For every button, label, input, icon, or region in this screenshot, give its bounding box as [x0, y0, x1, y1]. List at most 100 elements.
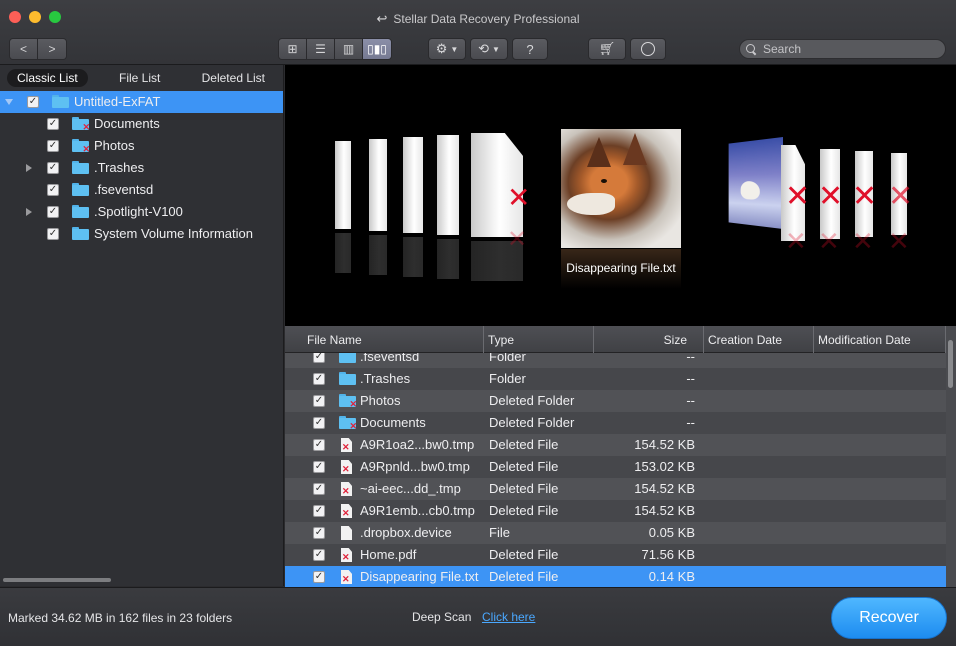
grid-icon: ⊞: [287, 42, 298, 56]
file-thumbnail[interactable]: [403, 137, 423, 233]
selected-file-preview-image[interactable]: [561, 129, 681, 248]
table-row[interactable]: ✓ ✕ Photos Deleted Folder --: [285, 390, 946, 412]
disclosure-triangle-icon[interactable]: [26, 164, 32, 172]
preview-caption: Disappearing File.txt: [566, 261, 676, 275]
deleted-mark-icon: ✕: [507, 181, 531, 214]
tree-item-checkbox[interactable]: ✓: [47, 206, 59, 218]
file-thumbnail[interactable]: [437, 135, 459, 235]
column-header-size[interactable]: Size: [594, 326, 704, 353]
list-icon: ☰: [315, 42, 326, 56]
gear-icon: ⚙: [435, 41, 448, 56]
tree-item-photos[interactable]: ✓ ✕ Photos: [0, 135, 283, 157]
tree-item-documents[interactable]: ✓ ✕ Documents: [0, 113, 283, 135]
window-title: ↩ Stellar Data Recovery Professional: [376, 11, 580, 26]
deleted-mark-icon: ✕: [785, 179, 811, 214]
folder-icon: [339, 372, 356, 385]
deleted-file-icon: ✕: [341, 548, 352, 562]
thumbnail-reflection: [437, 239, 459, 279]
column-header-creation-date[interactable]: Creation Date: [704, 326, 814, 353]
forward-button[interactable]: >: [38, 39, 66, 59]
column-view-button[interactable]: ▥: [335, 39, 363, 59]
tree-item-trashes[interactable]: ✓ .Trashes: [0, 157, 283, 179]
marked-summary: Marked 34.62 MB in 162 files in 23 folde…: [8, 611, 233, 625]
file-table: ✓ .fseventsd Folder -- ✓ .Trashes Folder…: [285, 326, 956, 587]
tree-item-checkbox[interactable]: ✓: [27, 96, 39, 108]
row-checkbox[interactable]: ✓: [313, 483, 325, 495]
deleted-mark-reflection: ✕: [818, 227, 840, 257]
row-checkbox[interactable]: ✓: [313, 439, 325, 451]
search-input[interactable]: [763, 42, 933, 56]
row-checkbox[interactable]: ✓: [313, 527, 325, 539]
table-row[interactable]: ✓ ✕ Home.pdf Deleted File 71.56 KB: [285, 544, 946, 566]
search-box[interactable]: [739, 39, 946, 59]
row-checkbox[interactable]: ✓: [313, 417, 325, 429]
row-checkbox[interactable]: ✓: [313, 505, 325, 517]
tab-deleted-list[interactable]: Deleted List: [192, 69, 275, 87]
table-row[interactable]: ✓ .Trashes Folder --: [285, 368, 946, 390]
deep-scan-link[interactable]: Click here: [482, 610, 535, 624]
back-arrow-icon: ↩: [376, 11, 388, 26]
chevron-down-icon: ▼: [450, 44, 459, 54]
row-checkbox[interactable]: ✓: [313, 549, 325, 561]
tab-file-list[interactable]: File List: [109, 69, 170, 87]
row-checkbox[interactable]: ✓: [313, 461, 325, 473]
tab-classic-list[interactable]: Classic List: [7, 68, 88, 87]
icon-view-button[interactable]: ⊞: [279, 39, 307, 59]
disclosure-triangle-icon[interactable]: [26, 208, 32, 216]
tree-item-fseventsd[interactable]: ✓ .fseventsd: [0, 179, 283, 201]
tree-item-untitled-exfat[interactable]: ✓ Untitled-ExFAT: [0, 91, 283, 113]
column-header-modification-date[interactable]: Modification Date: [814, 326, 946, 353]
file-thumbnail[interactable]: [369, 139, 387, 231]
history-button[interactable]: ⟲ ▼: [470, 38, 508, 60]
back-button[interactable]: <: [10, 39, 38, 59]
deleted-folder-icon: ✕: [72, 117, 90, 132]
tree-item-checkbox[interactable]: ✓: [47, 184, 59, 196]
table-row[interactable]: ✓ ✕ A9R1emb...cb0.tmp Deleted File 154.5…: [285, 500, 946, 522]
folder-tree: ✓ Untitled-ExFAT ✓ ✕ Documents ✓ ✕ Photo…: [0, 91, 283, 245]
status-bar: Marked 34.62 MB in 162 files in 23 folde…: [0, 587, 956, 646]
chevron-down-icon: ▼: [491, 44, 500, 54]
thumbnail-reflection: [369, 235, 387, 275]
table-row[interactable]: ✓ ✕ A9Rpnld...bw0.tmp Deleted File 153.0…: [285, 456, 946, 478]
recover-button[interactable]: Recover: [831, 597, 947, 639]
cart-button[interactable]: 🛒︎: [588, 38, 626, 60]
thumbnail-reflection: [403, 237, 423, 277]
tree-item-system-volume-information[interactable]: ✓ System Volume Information: [0, 223, 283, 245]
table-row[interactable]: ✓ ✕ A9R1oa2...bw0.tmp Deleted File 154.5…: [285, 434, 946, 456]
folder-icon: [72, 227, 89, 240]
sidebar-view-tabs: Classic List File List Deleted List: [0, 65, 284, 90]
sidebar-horizontal-scrollbar[interactable]: [3, 578, 111, 582]
table-row[interactable]: ✓ ✕ Documents Deleted Folder --: [285, 412, 946, 434]
settings-button[interactable]: ⚙ ▼: [428, 38, 466, 60]
table-row[interactable]: ✓ ✕ ~ai-eec...dd_.tmp Deleted File 154.5…: [285, 478, 946, 500]
tree-item-label: Documents: [94, 116, 160, 131]
folder-icon: [72, 205, 89, 218]
coverflow-view-button[interactable]: ▯▮▯: [363, 39, 391, 59]
disclosure-triangle-icon[interactable]: [5, 99, 13, 105]
file-icon: [341, 526, 352, 540]
tree-item-spotlight[interactable]: ✓ .Spotlight-V100: [0, 201, 283, 223]
tree-item-checkbox[interactable]: ✓: [47, 118, 59, 130]
image-thumbnail[interactable]: [728, 137, 783, 229]
table-row[interactable]: ✓ .dropbox.device File 0.05 KB: [285, 522, 946, 544]
row-checkbox[interactable]: ✓: [313, 571, 325, 583]
deleted-mark-icon: ✕: [852, 179, 878, 214]
column-header-file-name[interactable]: File Name: [285, 326, 484, 353]
tree-item-checkbox[interactable]: ✓: [47, 162, 59, 174]
table-vertical-scrollbar[interactable]: [948, 340, 953, 388]
cart-icon: 🛒︎: [598, 41, 616, 56]
folder-icon: [72, 183, 89, 196]
help-button[interactable]: ?: [512, 38, 548, 60]
table-row-selected[interactable]: ✓ ✕ Disappearing File.txt Deleted File 0…: [285, 566, 946, 587]
deleted-folder-icon: ✕: [339, 394, 357, 409]
file-thumbnail[interactable]: [335, 141, 351, 229]
tree-item-checkbox[interactable]: ✓: [47, 140, 59, 152]
row-checkbox[interactable]: ✓: [313, 395, 325, 407]
deleted-mark-icon: ✕: [818, 179, 844, 214]
row-checkbox[interactable]: ✓: [313, 373, 325, 385]
tree-item-checkbox[interactable]: ✓: [47, 228, 59, 240]
deleted-file-icon: ✕: [341, 438, 352, 452]
column-header-type[interactable]: Type: [484, 326, 594, 353]
account-button[interactable]: [630, 38, 666, 60]
list-view-button[interactable]: ☰: [307, 39, 335, 59]
